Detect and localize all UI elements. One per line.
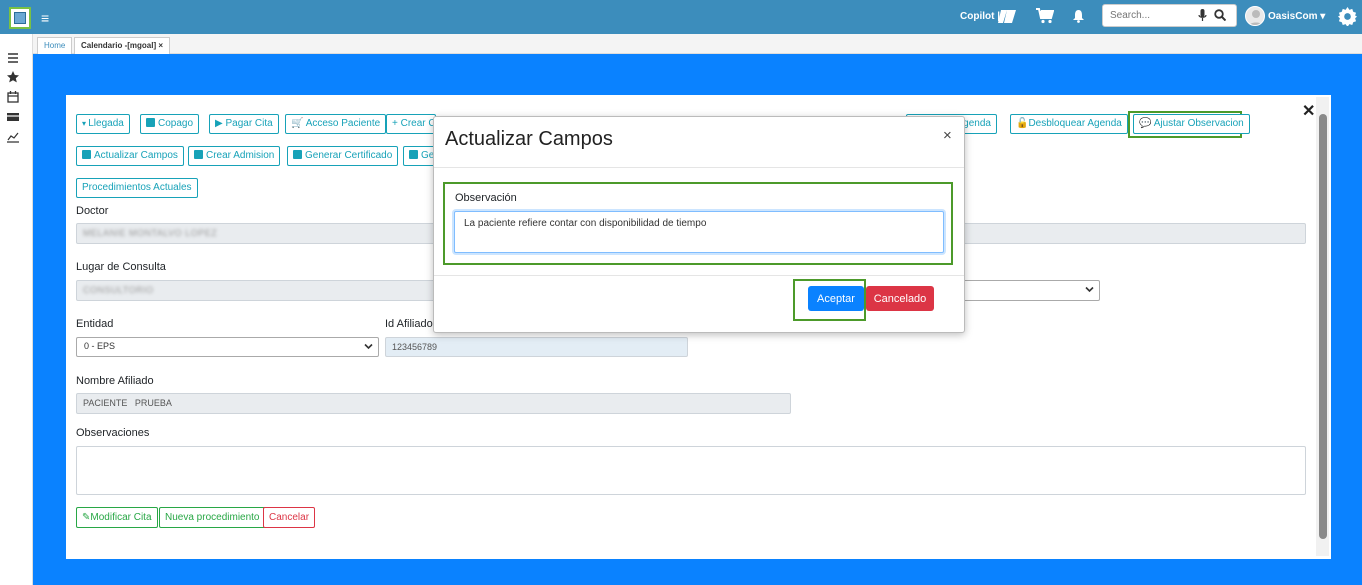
- actualizar-campos-button[interactable]: Actualizar Campos: [76, 146, 184, 166]
- cart-icon[interactable]: [1036, 8, 1054, 24]
- search-input[interactable]: [1103, 5, 1193, 26]
- nombre-label: Nombre Afiliado: [76, 375, 154, 387]
- user-menu[interactable]: OasisCom ▾: [1268, 11, 1325, 22]
- crear-admision-button[interactable]: Crear Admision: [188, 146, 281, 166]
- panel-close-icon[interactable]: ✕: [1302, 101, 1315, 121]
- ajustar-observacion-button[interactable]: 💬 Ajustar Observacion: [1133, 114, 1250, 134]
- id-afiliado-label: Id Afiliado: [385, 318, 433, 330]
- modal-title: Actualizar Campos: [445, 128, 613, 150]
- copilot-label[interactable]: Copilot |: [960, 11, 1000, 22]
- id-afiliado-field: 123456789: [385, 337, 688, 357]
- nombre-field: PACIENTE PRUEBA: [76, 393, 791, 414]
- tab-bar: Home Calendario -[mgoal] ×: [33, 34, 1362, 54]
- procedimientos-actuales-button[interactable]: Procedimientos Actuales: [76, 178, 198, 198]
- lugar-label: Lugar de Consulta: [76, 261, 166, 273]
- chevron-down-icon: [1085, 286, 1094, 293]
- doctor-label: Doctor: [76, 205, 109, 217]
- microphone-icon[interactable]: [1198, 9, 1207, 22]
- observacion-textarea[interactable]: La paciente refiere contar con disponibi…: [454, 211, 944, 253]
- nuevo-procedimiento-button[interactable]: Nueva procedimiento: [159, 507, 266, 528]
- app-logo-icon[interactable]: [9, 7, 31, 29]
- edit-icon: [82, 150, 91, 159]
- cancelar-button[interactable]: Cancelar: [263, 507, 316, 528]
- cancelado-button[interactable]: Cancelado: [866, 286, 934, 311]
- modal-close-icon[interactable]: ×: [943, 127, 952, 144]
- modificar-cita-button[interactable]: ✎Modificar Cita: [76, 507, 158, 528]
- lugar-field: CONSULTORIO: [76, 280, 436, 301]
- chevron-down-icon: [364, 343, 373, 350]
- gen-button[interactable]: Ger: [403, 146, 435, 166]
- gear-icon[interactable]: [1338, 7, 1357, 26]
- avatar[interactable]: [1245, 6, 1265, 26]
- acceso-paciente-button[interactable]: 🛒 Acceso Paciente: [285, 114, 387, 134]
- aceptar-button[interactable]: Aceptar: [808, 286, 864, 311]
- tab-calendario[interactable]: Calendario -[mgoal] ×: [74, 37, 171, 54]
- chart-line-icon[interactable]: [7, 131, 19, 143]
- crear-button[interactable]: + Crear C: [386, 114, 436, 134]
- search-icon[interactable]: [1214, 9, 1226, 21]
- card-icon[interactable]: [7, 111, 19, 123]
- scrollbar-thumb[interactable]: [1319, 114, 1327, 539]
- menu-toggle-icon[interactable]: ≡: [41, 10, 49, 26]
- plus-icon: +: [392, 118, 401, 129]
- lugar-select[interactable]: [960, 280, 1100, 301]
- list-icon[interactable]: [7, 52, 19, 64]
- copago-button[interactable]: Copago: [140, 114, 200, 134]
- star-icon[interactable]: [7, 71, 19, 83]
- unlock-icon: 🔓: [1016, 118, 1029, 129]
- bookmark-icon: [409, 150, 418, 159]
- actualizar-campos-modal: Actualizar Campos × Observación La pacie…: [433, 116, 965, 333]
- modal-divider: [434, 167, 964, 168]
- certificate-icon: [293, 150, 302, 159]
- top-navbar: ≡ Copilot | OasisCom ▾: [0, 0, 1362, 34]
- generar-certificado-button[interactable]: Generar Certificado: [287, 146, 399, 166]
- entidad-label: Entidad: [76, 318, 114, 330]
- left-sidebar: [0, 34, 33, 585]
- calendar-icon[interactable]: [7, 91, 19, 103]
- llegada-button[interactable]: ▾ Llegada: [76, 114, 130, 134]
- bell-icon[interactable]: [1072, 9, 1085, 23]
- cart-small-icon: 🛒: [291, 118, 306, 129]
- tab-home[interactable]: Home: [37, 37, 73, 54]
- pagar-cita-button[interactable]: ▶ Pagar Cita: [209, 114, 279, 134]
- play-icon: ▶: [215, 118, 226, 129]
- observacion-label: Observación: [455, 192, 517, 204]
- comment-icon: 💬: [1139, 118, 1154, 129]
- medkit-icon: [194, 150, 203, 159]
- copy-icon: [146, 118, 155, 127]
- desbloquear-agenda-button[interactable]: 🔓Desbloquear Agenda: [1010, 114, 1128, 134]
- observaciones-textarea[interactable]: [76, 446, 1306, 495]
- entidad-select[interactable]: 0 - EPS: [76, 337, 379, 357]
- copilot-icon[interactable]: [997, 8, 1017, 25]
- modal-footer-divider: [434, 275, 964, 276]
- observaciones-label: Observaciones: [76, 427, 150, 439]
